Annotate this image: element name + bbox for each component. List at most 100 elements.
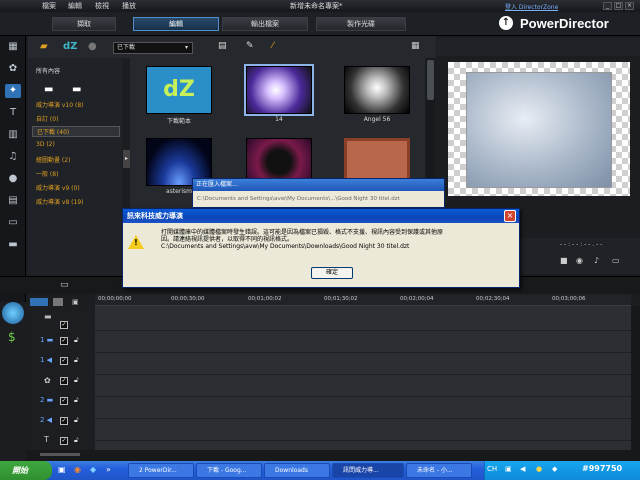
voice-room-icon[interactable]: ● [5, 172, 21, 186]
error-dialog: 訊來科技威力導演 × ! 打開媒體庫中的媒體檔案時發生錯誤。這可能是因為檔案已損… [122, 208, 520, 288]
track-enable-checkbox[interactable]: ✓ [60, 397, 68, 405]
track-area[interactable] [95, 306, 631, 450]
minimize-icon[interactable]: _ [603, 2, 612, 10]
thumb-angel-56[interactable] [344, 66, 410, 114]
tray-icon[interactable]: ▣ [505, 465, 512, 473]
taskbar-item-active[interactable]: 訊問威力導... [332, 463, 404, 478]
lock-icon[interactable]: 🔓︎ [74, 396, 79, 405]
audio-room-icon[interactable]: ♫ [5, 150, 21, 164]
taskbar-item[interactable]: Downloads [264, 463, 330, 478]
edit-icon[interactable]: ✎ [246, 41, 254, 51]
quicklaunch-icon[interactable]: ◉ [74, 465, 81, 474]
import-folder-icon[interactable]: ▰ [40, 41, 48, 52]
track-enable-checkbox[interactable]: ✓ [60, 337, 68, 345]
ruler-tick-label: 00;02;30;04 [476, 296, 510, 302]
tree-item[interactable]: 威力導演 v9 (0) [36, 183, 80, 192]
storyboard-view-icon[interactable] [53, 298, 63, 306]
quicklaunch-icon[interactable]: ▣ [58, 465, 66, 474]
menu-file[interactable]: 檔案 [42, 1, 56, 11]
track-enable-checkbox[interactable]: ✓ [60, 417, 68, 425]
quicklaunch-icon[interactable]: ◆ [90, 465, 96, 474]
ruler-tick-label: 00;03;00;06 [552, 296, 586, 302]
magic-tool-icon[interactable] [2, 302, 24, 324]
dropdown-value: 已下載 [117, 44, 136, 51]
folder-icon[interactable]: ▬ [44, 84, 53, 95]
tree-item[interactable]: 自訂 (0) [36, 114, 58, 123]
transition-room-icon[interactable]: ▥ [5, 128, 21, 142]
tab-capture[interactable]: 擷取 [52, 17, 116, 31]
track-divider [95, 330, 631, 331]
tree-item[interactable]: 一般 (8) [36, 169, 58, 178]
tree-item[interactable]: 威力導演 v8 (19) [36, 197, 84, 206]
ok-button[interactable]: 確定 [311, 267, 353, 279]
track-enable-checkbox[interactable]: ✓ [60, 377, 68, 385]
pip-room-icon[interactable]: ✦ [5, 84, 21, 98]
zoom-slider[interactable] [40, 453, 80, 456]
taskbar-item[interactable]: 下載 - Goog... [196, 463, 262, 478]
add-track-icon[interactable]: ▣ [72, 298, 79, 306]
chapter-room-icon[interactable]: ▤ [5, 194, 21, 208]
close-icon[interactable]: × [625, 2, 634, 10]
tray-icon[interactable]: ● [536, 465, 542, 473]
tray-icon[interactable]: ◆ [552, 465, 557, 473]
tab-produce[interactable]: 輸出檔案 [222, 17, 308, 31]
collapse-panel-icon[interactable]: ▸ [123, 150, 130, 168]
audio-track-icon: 1 ◀ [40, 356, 53, 364]
tree-item[interactable]: 繪圖動畫 (2) [36, 155, 70, 164]
track-enable-checkbox[interactable]: ✓ [60, 321, 68, 329]
lock-icon[interactable]: 🔓︎ [74, 416, 79, 425]
login-link[interactable]: 登入 DirectorZone [505, 2, 558, 11]
quicklaunch-icon[interactable]: » [106, 465, 111, 474]
thumb-14[interactable] [244, 64, 314, 116]
fullscreen-icon[interactable]: ▭ [612, 256, 620, 265]
taskbar-item[interactable]: 2 PowerDir... [128, 463, 194, 478]
close-icon[interactable]: × [504, 210, 516, 222]
maximize-icon[interactable]: □ [614, 2, 623, 10]
stop-icon[interactable]: ■ [560, 256, 568, 265]
language-indicator[interactable]: CH [487, 465, 497, 473]
folder-add-icon[interactable]: ▬ [72, 84, 81, 95]
menu-view[interactable]: 檢視 [95, 1, 109, 11]
fx-track-icon: ✿ [44, 376, 51, 385]
tree-item[interactable]: 3D (2) [36, 141, 55, 148]
film-icon[interactable]: ▭ [60, 280, 69, 290]
snapshot-icon[interactable]: ◉ [576, 256, 583, 265]
loading-dialog-title: 正在匯入檔案... [193, 179, 444, 191]
lock-icon[interactable]: 🔓︎ [74, 356, 79, 365]
lock-icon[interactable]: 🔓︎ [74, 376, 79, 385]
thumb-label: 下載範本 [166, 118, 191, 125]
brush-icon[interactable]: ⁄ [272, 41, 274, 51]
track-enable-checkbox[interactable]: ✓ [60, 437, 68, 445]
brand-name: PowerDirector [520, 16, 609, 31]
menu-edit[interactable]: 編輯 [68, 1, 82, 11]
start-button[interactable]: 開始 [0, 461, 52, 480]
user-icon[interactable]: ● [88, 41, 97, 52]
new-file-icon[interactable]: ▤ [218, 41, 227, 51]
timeline-view-icon[interactable] [30, 298, 48, 306]
timeline-scrollbar[interactable] [631, 306, 640, 450]
fix-enhance-icon[interactable]: $ [8, 330, 16, 344]
tree-item[interactable]: 威力導演 v10 (8) [36, 100, 84, 109]
title-room-icon[interactable]: T [5, 106, 21, 120]
grid-view-icon[interactable]: ▦ [411, 41, 420, 51]
effects-room-icon[interactable]: ✿ [5, 62, 21, 76]
directorzone-icon[interactable]: dZ [63, 41, 77, 52]
media-room-icon[interactable]: ▦ [5, 40, 21, 54]
lock-icon[interactable]: 🔓︎ [74, 336, 79, 345]
tree-item-selected[interactable]: 已下載 (40) [32, 126, 120, 137]
tab-create-disc[interactable]: 製作光碟 [316, 17, 406, 31]
library-filter-dropdown[interactable]: 已下載 ▾ [113, 42, 193, 54]
ruler-tick-label: 00;01;30;02 [324, 296, 358, 302]
extra-room-icon[interactable]: ▬ [5, 238, 21, 252]
thumb-download-template[interactable]: dZ [146, 66, 212, 114]
menu-play[interactable]: 播放 [122, 1, 136, 11]
lock-icon[interactable]: 🔓︎ [74, 436, 79, 445]
track-enable-checkbox[interactable]: ✓ [60, 357, 68, 365]
tray-icon[interactable]: ◀ [520, 465, 525, 473]
volume-icon[interactable]: ♪ [594, 256, 599, 265]
taskbar-item[interactable]: 未命名 - 小... [406, 463, 472, 478]
title-track-icon: T [44, 435, 49, 444]
tab-edit[interactable]: 編輯 [133, 17, 219, 31]
scroll-thumb[interactable] [427, 60, 434, 100]
subtitle-room-icon[interactable]: ▭ [5, 216, 21, 230]
